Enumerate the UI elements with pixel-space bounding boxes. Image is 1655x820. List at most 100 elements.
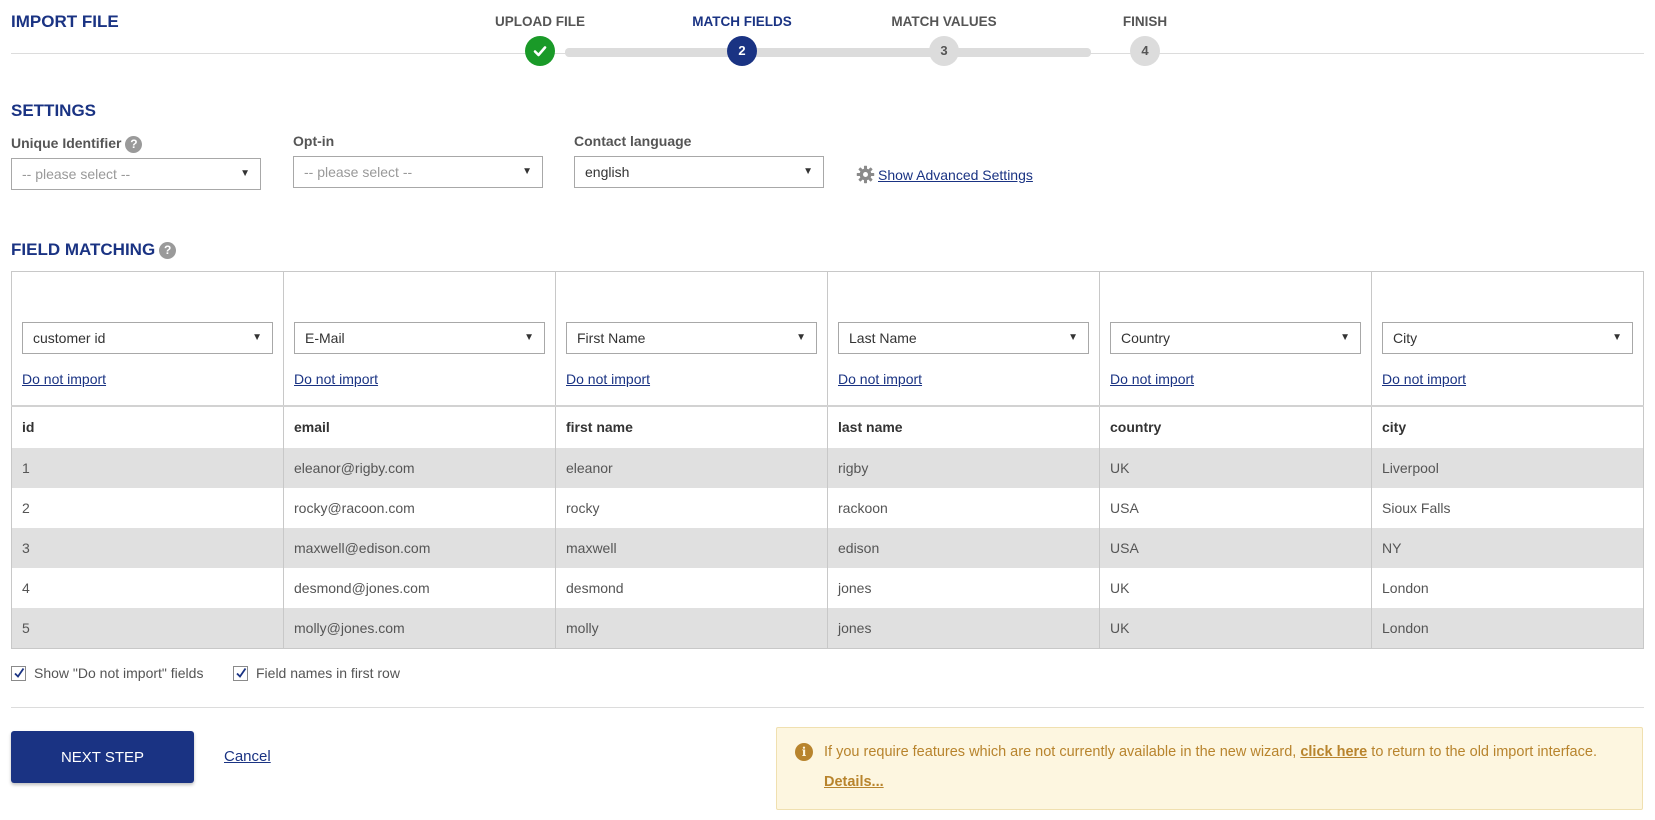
table-cell: maxwell@edison.com: [283, 527, 556, 568]
do-not-import-link[interactable]: Do not import: [22, 371, 273, 387]
checkmark-icon: [533, 46, 547, 57]
table-row: 2 rocky@racoon.com rocky rackoon USA Sio…: [11, 487, 1644, 528]
show-do-not-import-option[interactable]: Show "Do not import" fields: [11, 665, 203, 681]
step-number: 2: [727, 36, 757, 66]
show-do-not-import-checkbox[interactable]: [11, 665, 26, 681]
chevron-down-icon: ▼: [796, 332, 806, 343]
checkmark-icon: [14, 667, 25, 678]
table-cell: desmond@jones.com: [283, 567, 556, 608]
column-header: email: [283, 404, 556, 448]
table-cell: eleanor@rigby.com: [283, 447, 556, 488]
contact-language-label: Contact language: [574, 133, 692, 149]
table-cell: UK: [1099, 607, 1372, 648]
checkmark-icon: [236, 667, 247, 678]
do-not-import-link[interactable]: Do not import: [1382, 371, 1633, 387]
table-cell: 2: [11, 487, 284, 528]
field-names-first-row-option[interactable]: Field names in first row: [233, 665, 400, 681]
do-not-import-link[interactable]: Do not import: [838, 371, 1089, 387]
table-cell: molly@jones.com: [283, 607, 556, 648]
mapping-cell: E-Mail ▼ Do not import: [283, 271, 556, 406]
help-icon[interactable]: ?: [125, 135, 143, 153]
mapping-cell: First Name ▼ Do not import: [555, 271, 828, 406]
advanced-settings-toggle[interactable]: Show Advanced Settings: [856, 165, 1033, 184]
do-not-import-link[interactable]: Do not import: [294, 371, 545, 387]
old-import-link[interactable]: click here: [1300, 744, 1367, 760]
select-value: english: [585, 164, 630, 180]
opt-in-setting: Opt-in -- please select -- ▼: [293, 132, 543, 188]
step-finish: FINISH 4: [1075, 14, 1215, 66]
chevron-down-icon: ▼: [1068, 332, 1078, 343]
opt-in-select[interactable]: -- please select -- ▼: [293, 156, 543, 188]
step-match-values: MATCH VALUES 3: [874, 14, 1014, 66]
field-mapping-select[interactable]: City ▼: [1382, 322, 1633, 354]
footer-divider: [11, 707, 1644, 708]
mapping-cell: City ▼ Do not import: [1371, 271, 1644, 406]
step-upload-file: UPLOAD FILE: [470, 14, 610, 66]
table-cell: USA: [1099, 527, 1372, 568]
table-cell: jones: [827, 567, 1100, 608]
select-value: -- please select --: [22, 166, 131, 182]
show-advanced-settings-link[interactable]: Show Advanced Settings: [878, 167, 1033, 183]
do-not-import-link[interactable]: Do not import: [566, 371, 817, 387]
field-mapping-select[interactable]: First Name ▼: [566, 322, 817, 354]
unique-identifier-select[interactable]: -- please select -- ▼: [11, 158, 261, 190]
table-cell: rocky@racoon.com: [283, 487, 556, 528]
field-mapping-select[interactable]: Country ▼: [1110, 322, 1361, 354]
table-row: 5 molly@jones.com molly jones UK London: [11, 607, 1644, 648]
select-value: Country: [1121, 330, 1171, 346]
column-header: country: [1099, 404, 1372, 448]
column-header: city: [1371, 404, 1644, 448]
chevron-down-icon: ▼: [252, 332, 262, 343]
table-row: 3 maxwell@edison.com maxwell edison USA …: [11, 527, 1644, 568]
field-matching-heading-row: FIELD MATCHING?: [11, 240, 177, 260]
details-link[interactable]: Details...: [824, 774, 884, 790]
table-cell: rocky: [555, 487, 828, 528]
contact-language-setting: Contact language english ▼: [574, 132, 824, 188]
field-mapping-select[interactable]: E-Mail ▼: [294, 322, 545, 354]
step-match-fields: MATCH FIELDS 2: [672, 14, 812, 66]
step-done-marker: [525, 36, 555, 66]
table-cell: desmond: [555, 567, 828, 608]
table-cell: 3: [11, 527, 284, 568]
notice-text-before: If you require features which are not cu…: [824, 744, 1297, 760]
select-value: E-Mail: [305, 330, 345, 346]
step-label: MATCH FIELDS: [692, 14, 792, 29]
cancel-link[interactable]: Cancel: [224, 748, 271, 765]
table-cell: UK: [1099, 567, 1372, 608]
field-mapping-select[interactable]: customer id ▼: [22, 322, 273, 354]
chevron-down-icon: ▼: [524, 332, 534, 343]
mapping-cell: Country ▼ Do not import: [1099, 271, 1372, 406]
select-value: Last Name: [849, 330, 917, 346]
notice-message: If you require features which are not cu…: [824, 744, 1597, 760]
table-cell: eleanor: [555, 447, 828, 488]
page-title: IMPORT FILE: [11, 12, 119, 31]
step-label: UPLOAD FILE: [495, 14, 585, 29]
select-value: City: [1393, 330, 1418, 346]
table-cell: London: [1371, 607, 1644, 648]
field-mapping-select[interactable]: Last Name ▼: [838, 322, 1089, 354]
gear-icon: [856, 165, 875, 184]
settings-heading: SETTINGS: [11, 101, 97, 120]
column-header: first name: [555, 404, 828, 448]
table-row: 1 eleanor@rigby.com eleanor rigby UK Liv…: [11, 447, 1644, 488]
help-icon[interactable]: ?: [159, 242, 177, 260]
contact-language-select[interactable]: english ▼: [574, 156, 824, 188]
table-cell: USA: [1099, 487, 1372, 528]
next-step-button[interactable]: NEXT STEP: [11, 731, 194, 783]
select-value: customer id: [33, 330, 106, 346]
field-names-first-row-label: Field names in first row: [256, 665, 400, 681]
field-names-first-row-checkbox[interactable]: [233, 665, 248, 681]
table-cell: 1: [11, 447, 284, 488]
show-do-not-import-label: Show "Do not import" fields: [34, 665, 204, 681]
table-cell: London: [1371, 567, 1644, 608]
info-icon: i: [795, 743, 813, 761]
table-cell: 4: [11, 567, 284, 608]
do-not-import-link[interactable]: Do not import: [1110, 371, 1361, 387]
chevron-down-icon: ▼: [1612, 332, 1622, 343]
chevron-down-icon: ▼: [240, 168, 250, 179]
unique-identifier-label-row: Unique Identifier?: [11, 134, 261, 158]
table-cell: UK: [1099, 447, 1372, 488]
table-cell: Liverpool: [1371, 447, 1644, 488]
table-cell: rackoon: [827, 487, 1100, 528]
notice-text-after: to return to the old import interface.: [1371, 744, 1597, 760]
